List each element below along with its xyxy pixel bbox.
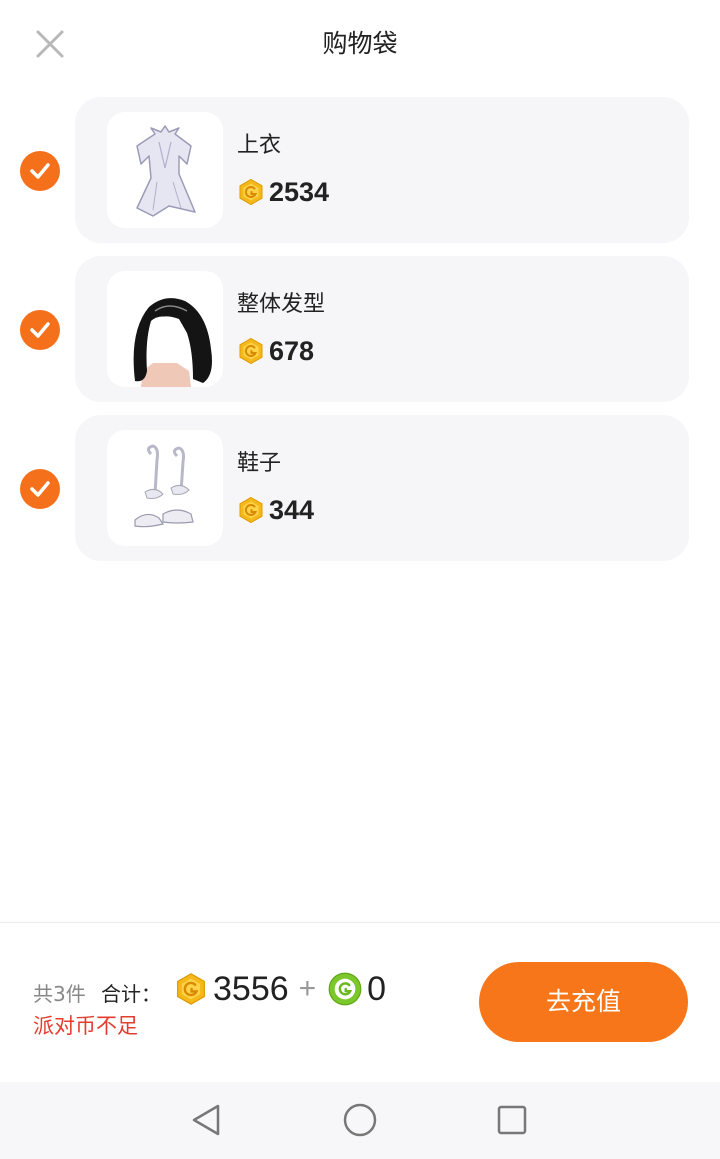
price-value: 344 [269,494,315,525]
page-title: 购物袋 [322,29,398,58]
item-checkbox[interactable] [20,310,60,350]
total-label: 合计： [101,982,161,1006]
item-name: 上衣 [237,133,282,158]
item-checkbox[interactable] [20,469,60,509]
white-dress-icon [136,125,196,217]
item-price: 2534 [237,175,329,209]
item-name: 整体发型 [237,292,326,317]
gold-coin-icon [239,337,263,365]
cart-item: 整体发型 678 [0,256,720,402]
price-value: 678 [269,335,315,366]
item-price: 344 [237,493,314,527]
recharge-button[interactable]: 去充值 [479,962,688,1042]
item-thumbnail [107,271,223,387]
checkmark-icon [30,163,50,179]
checkmark-icon [30,481,50,497]
gold-coin-icon [239,178,263,206]
recents-square-icon [497,1105,527,1135]
item-card[interactable]: 上衣 2534 [75,97,689,243]
white-shoes-icon [134,444,194,528]
gold-coin-icon [239,496,263,524]
nav-home-button[interactable] [338,1098,382,1142]
item-price: 678 [237,334,314,368]
gold-coin-icon [177,973,205,1005]
header: 购物袋 [0,0,720,88]
checkmark-icon [30,322,50,338]
item-thumbnail [107,430,223,546]
system-nav-bar [0,1082,720,1159]
item-checkbox[interactable] [20,151,60,191]
home-circle-icon [343,1103,377,1137]
item-count: 共3件 [33,982,86,1006]
total-gold-value: 3556 [213,969,289,1008]
price-value: 2534 [269,176,330,207]
total-amount: 3556 + 0 [174,969,386,1009]
total-green-value: 0 [367,969,387,1008]
insufficient-warning: 派对币不足 [33,1014,138,1038]
nav-recents-button[interactable] [490,1098,534,1142]
checkout-bar: 共3件 合计： 3556 + 0 派对币不足 去充值 [0,922,720,1083]
nav-back-button[interactable] [184,1098,228,1142]
item-card[interactable]: 鞋子 344 [75,415,689,561]
plus-sign: + [298,972,317,1005]
cart-item: 上衣 2534 [0,97,720,243]
green-coin-icon [328,972,362,1006]
back-triangle-icon [192,1104,220,1136]
item-card[interactable]: 整体发型 678 [75,256,689,402]
black-hair-icon [133,298,212,387]
item-thumbnail [107,112,223,228]
cart-item: 鞋子 344 [0,415,720,561]
item-name: 鞋子 [237,451,282,476]
